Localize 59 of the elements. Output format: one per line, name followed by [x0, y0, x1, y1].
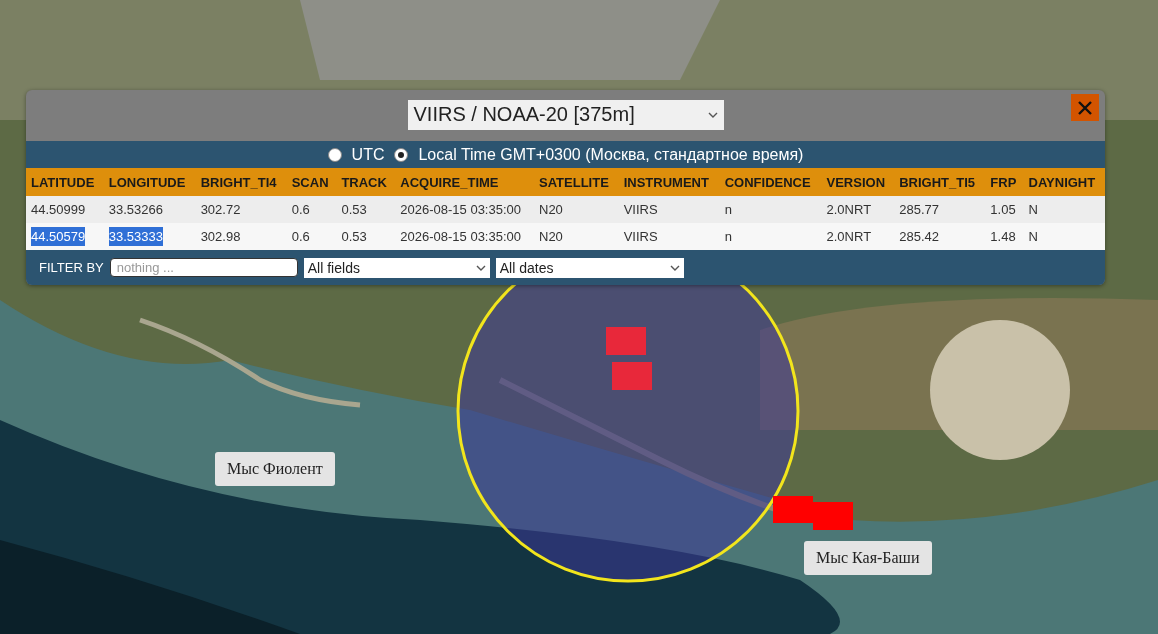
- table-cell: 0.6: [291, 229, 310, 244]
- table-cell: VIIRS: [623, 229, 658, 244]
- filter-input[interactable]: nothing ...: [109, 258, 298, 277]
- fire-marker[interactable]: [606, 327, 646, 355]
- table-cell: VIIRS: [623, 202, 658, 217]
- column-header: SATELLITE: [534, 168, 619, 196]
- table-cell: 2026-08-15 03:35:00: [400, 229, 521, 244]
- radio-button[interactable]: [327, 147, 342, 162]
- column-header: CONFIDENCE: [719, 168, 822, 196]
- table-cell: 285.42: [899, 229, 939, 244]
- date-select[interactable]: All dates: [495, 257, 684, 278]
- fire-marker[interactable]: [612, 362, 652, 390]
- column-header: FRP: [985, 168, 1024, 196]
- table-cell: N20: [539, 229, 563, 244]
- radio-label: UTC: [351, 145, 385, 164]
- table-cell: 2026-08-15 03:35:00: [400, 202, 521, 217]
- column-header: INSTRUMENT: [618, 168, 720, 196]
- table-cell: n: [724, 229, 732, 244]
- place-label: Мыс Кая-Баши: [804, 541, 932, 575]
- source-select[interactable]: VIIRS / NOAA-20 [375m]: [407, 99, 724, 130]
- radio-button[interactable]: [394, 147, 409, 162]
- column-header: BRIGHT_TI5: [894, 168, 986, 196]
- table-cell: 44.50999: [31, 202, 86, 217]
- table-cell: 285.77: [899, 202, 939, 217]
- table-cell: 0.6: [291, 202, 310, 217]
- table-cell: 33.53266: [108, 202, 163, 217]
- column-header: TRACK: [336, 168, 396, 196]
- field-select[interactable]: All fields: [303, 257, 490, 278]
- table-cell: N20: [539, 202, 563, 217]
- table-cell: 302.98: [200, 229, 241, 244]
- radio-label: Local Time GMT+0300 (Москва, стандартное время): [418, 145, 804, 164]
- column-header: VERSION: [821, 168, 895, 196]
- column-header: SCAN: [286, 168, 337, 196]
- table-cell: n: [724, 202, 732, 217]
- fire-marker[interactable]: [773, 496, 813, 523]
- table-cell: 1.48: [990, 229, 1016, 244]
- column-header: LONGITUDE: [103, 168, 196, 196]
- column-header: ACQUIRE_TIME: [395, 168, 534, 196]
- table-cell: 1.05: [990, 202, 1016, 217]
- close-button[interactable]: [1071, 94, 1099, 121]
- close-icon: [1078, 100, 1092, 115]
- column-header: BRIGHT_TI4: [195, 168, 287, 196]
- filter-label: FILTER BY: [39, 260, 104, 275]
- chevron-down-icon: [669, 264, 680, 271]
- chevron-down-icon: [707, 111, 718, 118]
- table-cell: 44.50579: [31, 227, 86, 246]
- table-cell: 2.0NRT: [826, 229, 872, 244]
- table-cell: 33.53333: [108, 227, 163, 246]
- table-cell: 2.0NRT: [826, 202, 872, 217]
- table-cell: 302.72: [200, 202, 241, 217]
- table-cell: 0.53: [341, 202, 367, 217]
- fire-marker[interactable]: [813, 502, 853, 530]
- column-header: LATITUDE: [26, 168, 104, 196]
- place-label: Мыс Фиолент: [215, 452, 335, 486]
- column-header: DAYNIGHT: [1023, 168, 1105, 196]
- table-cell: N: [1028, 229, 1038, 244]
- table-cell: N: [1028, 202, 1038, 217]
- chevron-down-icon: [475, 264, 486, 271]
- table-cell: 0.53: [341, 229, 367, 244]
